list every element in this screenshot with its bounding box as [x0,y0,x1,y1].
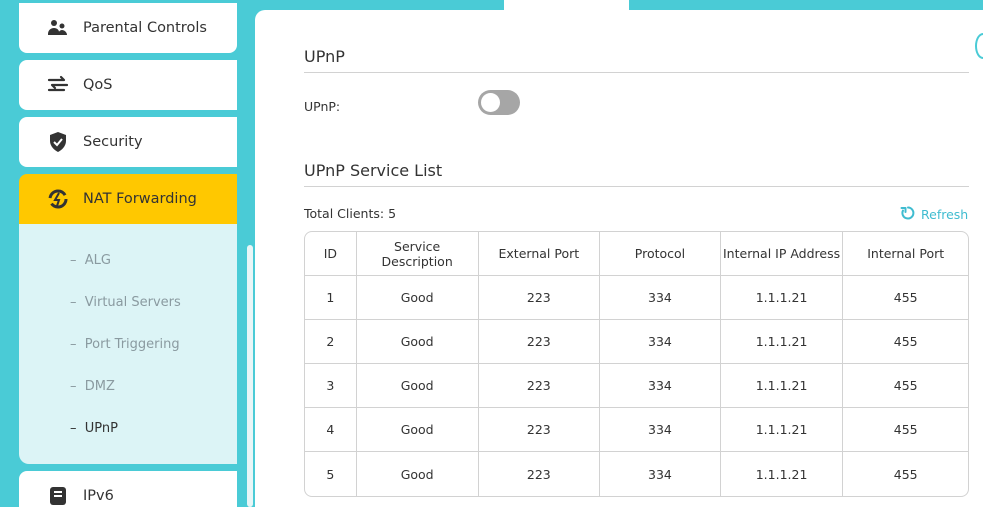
submenu-item-alg[interactable]: – ALG [70,253,111,268]
cell-internal-ip: 1.1.1.21 [720,320,844,364]
table-row: 1 Good 223 334 1.1.1.21 455 [305,276,968,320]
sidebar-scrollbar[interactable] [247,245,253,507]
table-row: 3 Good 223 334 1.1.1.21 455 [305,364,968,408]
nat-forwarding-icon [47,188,69,210]
cell-internal-ip: 1.1.1.21 [721,452,844,496]
upnp-field-label: UPnP: [304,99,341,114]
upnp-title: UPnP [304,47,345,66]
toggle-knob [481,93,500,112]
sidebar-item-nat-forwarding[interactable]: NAT Forwarding [19,174,237,224]
total-clients: Total Clients: 5 [304,206,397,221]
table-row: 2 Good 223 334 1.1.1.21 455 [305,320,968,364]
divider [304,186,969,187]
column-header-internal-port: Internal Port [843,232,968,276]
refresh-button[interactable]: Refresh [900,205,968,224]
qos-icon [47,74,69,96]
cell-id: 2 [305,320,357,364]
parental-controls-icon [47,17,69,39]
upnp-service-table: ID Service Description External Port Pro… [304,231,969,497]
sidebar: Parental Controls QoS Security NAT Forwa… [0,0,255,507]
cell-internal-port: 455 [843,408,968,452]
column-header-id: ID [305,232,357,276]
upnp-toggle[interactable] [478,90,520,115]
column-header-service-description: Service Description [356,232,479,276]
cell-internal-ip: 1.1.1.21 [720,276,844,320]
column-header-internal-ip: Internal IP Address [720,232,844,276]
cell-service-description: Good [357,452,479,496]
cell-external-port: 223 [478,320,601,364]
submenu-item-upnp[interactable]: – UPnP [70,421,118,436]
cell-id: 5 [305,452,357,496]
submenu-item-port-triggering[interactable]: – Port Triggering [70,337,180,352]
submenu-item-dmz[interactable]: – DMZ [70,379,115,394]
cell-internal-port: 455 [843,364,968,408]
sidebar-item-label: Parental Controls [83,20,207,36]
table-row: 5 Good 223 334 1.1.1.21 455 [305,452,968,496]
cell-protocol: 334 [600,408,721,452]
cell-protocol: 334 [600,452,721,496]
refresh-label: Refresh [921,207,969,222]
sidebar-item-security[interactable]: Security [19,117,237,167]
table-header-row: ID Service Description External Port Pro… [305,232,968,276]
cell-service-description: Good [356,364,479,408]
cell-id: 4 [305,408,357,452]
total-clients-count: 5 [388,206,397,221]
cell-protocol: 334 [600,364,721,408]
cell-external-port: 223 [478,364,601,408]
cell-protocol: 334 [600,276,721,320]
cell-internal-port: 455 [843,320,968,364]
cell-internal-ip: 1.1.1.21 [720,364,844,408]
sidebar-item-label: IPv6 [83,488,114,504]
column-header-external-port: External Port [478,232,601,276]
sidebar-item-label: NAT Forwarding [83,191,197,207]
cell-internal-port: 455 [893,466,918,482]
sidebar-item-parental-controls[interactable]: Parental Controls [19,3,237,53]
tab-notch [504,0,629,10]
main-panel: UPnP UPnP: UPnP Service List Total Clien… [255,10,983,507]
cell-external-port: 223 [478,408,601,452]
sidebar-item-qos[interactable]: QoS [19,60,237,110]
nat-forwarding-submenu: – ALG – Virtual Servers – Port Triggerin… [19,224,237,464]
cell-external-port: 223 [478,276,601,320]
refresh-icon [900,205,916,224]
cell-id: 3 [305,364,357,408]
sidebar-item-ipv6[interactable]: IPv6 [19,471,237,507]
sidebar-item-label: Security [83,134,143,150]
ipv6-icon [47,485,69,507]
table-row: 4 Good 223 334 1.1.1.21 455 [305,408,968,452]
service-list-title: UPnP Service List [304,161,443,180]
cell-id: 1 [305,276,357,320]
cell-protocol: 334 [600,320,721,364]
cell-service-description: Good [356,276,479,320]
cell-service-description: Good [356,320,479,364]
sidebar-item-label: QoS [83,77,113,93]
cell-internal-port: 455 [843,276,968,320]
shield-icon [47,131,69,153]
column-header-protocol: Protocol [600,232,721,276]
divider [304,72,969,73]
cell-external-port: 223 [479,452,601,496]
cell-service-description: Good [356,408,479,452]
cell-internal-ip: 1.1.1.21 [720,408,844,452]
submenu-item-virtual-servers[interactable]: – Virtual Servers [70,295,181,310]
